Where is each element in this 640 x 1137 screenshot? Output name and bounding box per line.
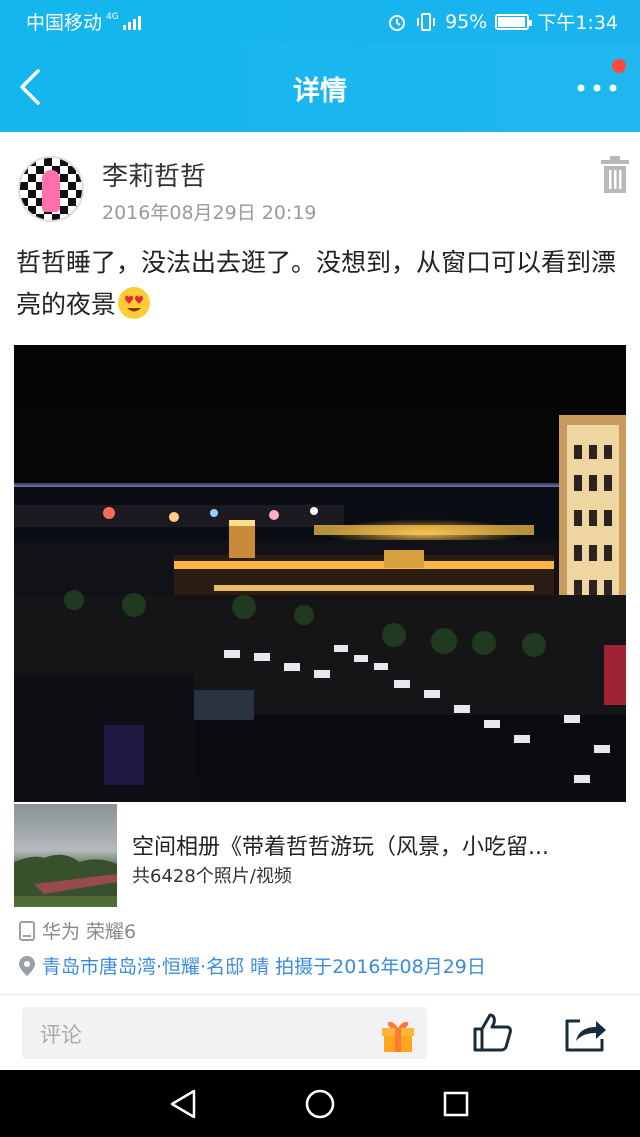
alarm-icon [389, 14, 406, 31]
album-link[interactable]: 空间相册《带着哲哲游玩（风景，小吃留... 共6428个照片/视频 [14, 804, 626, 908]
notification-dot [612, 59, 626, 73]
status-left: 中国移动 4G [26, 8, 141, 35]
album-title: 空间相册《带着哲哲游玩（风景，小吃留... [132, 835, 549, 860]
avatar[interactable] [18, 156, 84, 222]
battery-icon [495, 13, 533, 30]
signal-icon [122, 14, 141, 30]
post-photo[interactable] [14, 345, 626, 802]
device-info: 华为 荣耀6 [18, 917, 136, 944]
battery-fill [498, 16, 525, 27]
thumbs-up-icon[interactable] [472, 1011, 514, 1053]
location-pin-icon [19, 955, 35, 976]
night-scene-image [14, 345, 626, 802]
post-text: 哲哲睡了，没法出去逛了。没想到，从窗口可以看到漂亮的夜景 [16, 242, 626, 326]
gift-icon[interactable] [379, 1015, 417, 1053]
comment-input[interactable]: 评论 [40, 1019, 82, 1049]
author-name[interactable]: 李莉哲哲 [102, 156, 206, 193]
circle-home-icon[interactable] [304, 1088, 336, 1120]
post-header: 李莉哲哲 2016年08月29日 20:19 [0, 132, 640, 232]
system-nav-bar [0, 1070, 640, 1137]
location-info[interactable]: 青岛市唐岛湾·恒耀·名邸 晴 拍摄于2016年08月29日 [18, 952, 486, 979]
album-thumbnail [14, 804, 117, 907]
status-bar: 中国移动 4G 95% 下午1:34 [0, 0, 640, 43]
album-count: 共6428个照片/视频 [132, 866, 292, 887]
share-icon[interactable] [564, 1013, 608, 1053]
titlebar: 详情 [0, 43, 640, 132]
triangle-back-icon[interactable] [168, 1088, 198, 1120]
trash-icon[interactable] [600, 156, 630, 194]
device-name: 华为 荣耀6 [42, 921, 137, 943]
square-recent-icon[interactable] [442, 1090, 470, 1118]
status-right: 95% 下午1:34 [387, 8, 618, 35]
clock: 下午1:34 [537, 12, 618, 34]
comment-input-box[interactable]: 评论 [22, 1007, 427, 1059]
carrier-name: 中国移动 [26, 12, 103, 34]
bottom-action-bar: 评论 [0, 994, 640, 1070]
heart-eyes-emoji-icon [118, 287, 151, 319]
location-text: 青岛市唐岛湾·恒耀·名邸 晴 拍摄于2016年08月29日 [42, 956, 486, 978]
post-text-content: 哲哲睡了，没法出去逛了。没想到，从窗口可以看到漂亮的夜景 [16, 248, 617, 319]
vibrate-icon [417, 12, 436, 31]
more-dots-icon[interactable] [574, 73, 620, 103]
page-title: 详情 [293, 76, 347, 107]
network-type: 4G [106, 12, 119, 22]
battery-percent: 95% [445, 10, 488, 33]
avatar-figure [42, 170, 60, 212]
phone-icon [19, 920, 35, 941]
post-timestamp: 2016年08月29日 20:19 [102, 202, 317, 224]
